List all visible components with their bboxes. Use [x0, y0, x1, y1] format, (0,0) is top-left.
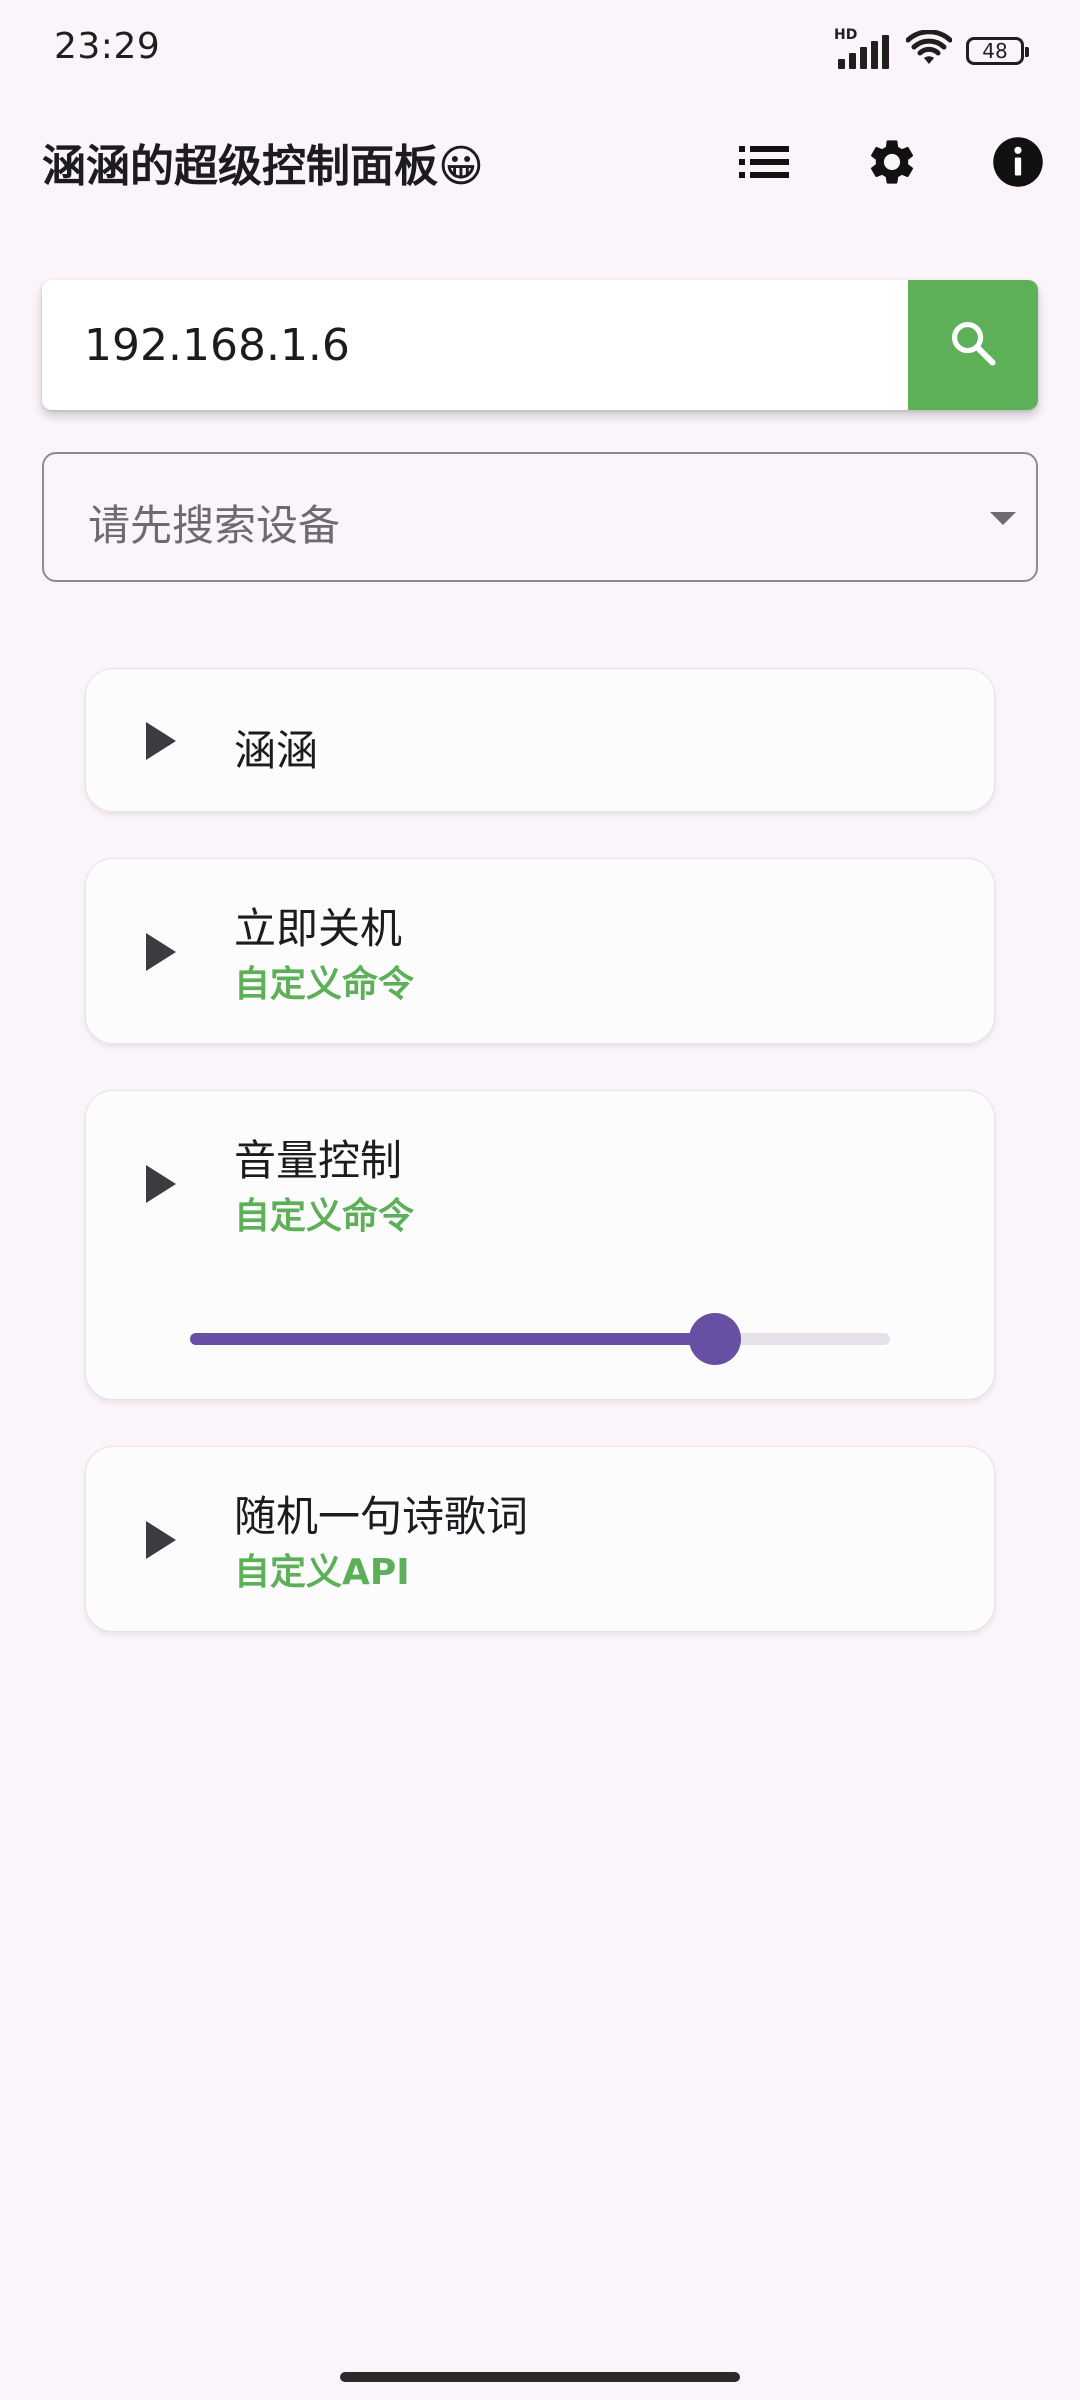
- volume-slider-fill: [190, 1333, 715, 1345]
- home-indicator[interactable]: [340, 2372, 740, 2382]
- command-card[interactable]: 随机一句诗歌词 自定义API: [85, 1446, 995, 1632]
- search-bar: [42, 280, 1038, 410]
- device-dropdown[interactable]: 请先搜索设备: [42, 452, 1038, 582]
- status-icons: HD 48: [834, 27, 1029, 72]
- search-button[interactable]: [908, 280, 1038, 410]
- list-button[interactable]: [724, 124, 804, 204]
- info-button[interactable]: [978, 124, 1058, 204]
- volume-slider-thumb[interactable]: [689, 1313, 741, 1365]
- command-title: 音量控制: [234, 1136, 403, 1185]
- list-icon: [739, 144, 789, 184]
- play-icon[interactable]: [146, 1165, 176, 1203]
- command-title: 立即关机: [234, 904, 403, 953]
- ip-address-input[interactable]: [42, 280, 908, 410]
- command-title: 随机一句诗歌词: [234, 1492, 529, 1541]
- app-bar: 涵涵的超级控制面板😀: [0, 100, 1080, 236]
- command-subtitle: 自定义命令: [234, 964, 415, 1005]
- search-icon: [947, 317, 999, 373]
- play-icon[interactable]: [146, 933, 176, 971]
- command-card[interactable]: 立即关机 自定义命令: [85, 858, 995, 1044]
- play-icon[interactable]: [146, 1521, 176, 1559]
- play-icon[interactable]: [146, 722, 176, 760]
- command-subtitle: 自定义API: [234, 1552, 410, 1593]
- battery-level: 48: [982, 39, 1008, 63]
- battery-icon: 48: [966, 37, 1029, 65]
- command-card[interactable]: 涵涵: [85, 668, 995, 812]
- info-icon: [991, 135, 1045, 193]
- status-time: 23:29: [54, 26, 161, 67]
- status-bar: 23:29 HD 48: [0, 0, 1080, 100]
- cellular-signal-icon: HD: [834, 27, 892, 71]
- command-subtitle: 自定义命令: [234, 1196, 415, 1237]
- settings-button[interactable]: [852, 124, 932, 204]
- gear-icon: [865, 135, 919, 193]
- command-title: 涵涵: [234, 726, 319, 775]
- command-card[interactable]: 音量控制 自定义命令: [85, 1090, 995, 1400]
- wifi-icon: [905, 29, 953, 72]
- network-type-label: HD: [834, 27, 858, 43]
- main-content: 请先搜索设备 涵涵 立即关机 自定义命令 音量控制 自定义命令 随机一句诗歌词 …: [0, 236, 1080, 2400]
- dropdown-arrow-icon: [990, 512, 1016, 525]
- device-dropdown-placeholder: 请先搜索设备: [88, 501, 341, 550]
- volume-slider[interactable]: [190, 1313, 890, 1365]
- app-title: 涵涵的超级控制面板😀: [42, 141, 484, 192]
